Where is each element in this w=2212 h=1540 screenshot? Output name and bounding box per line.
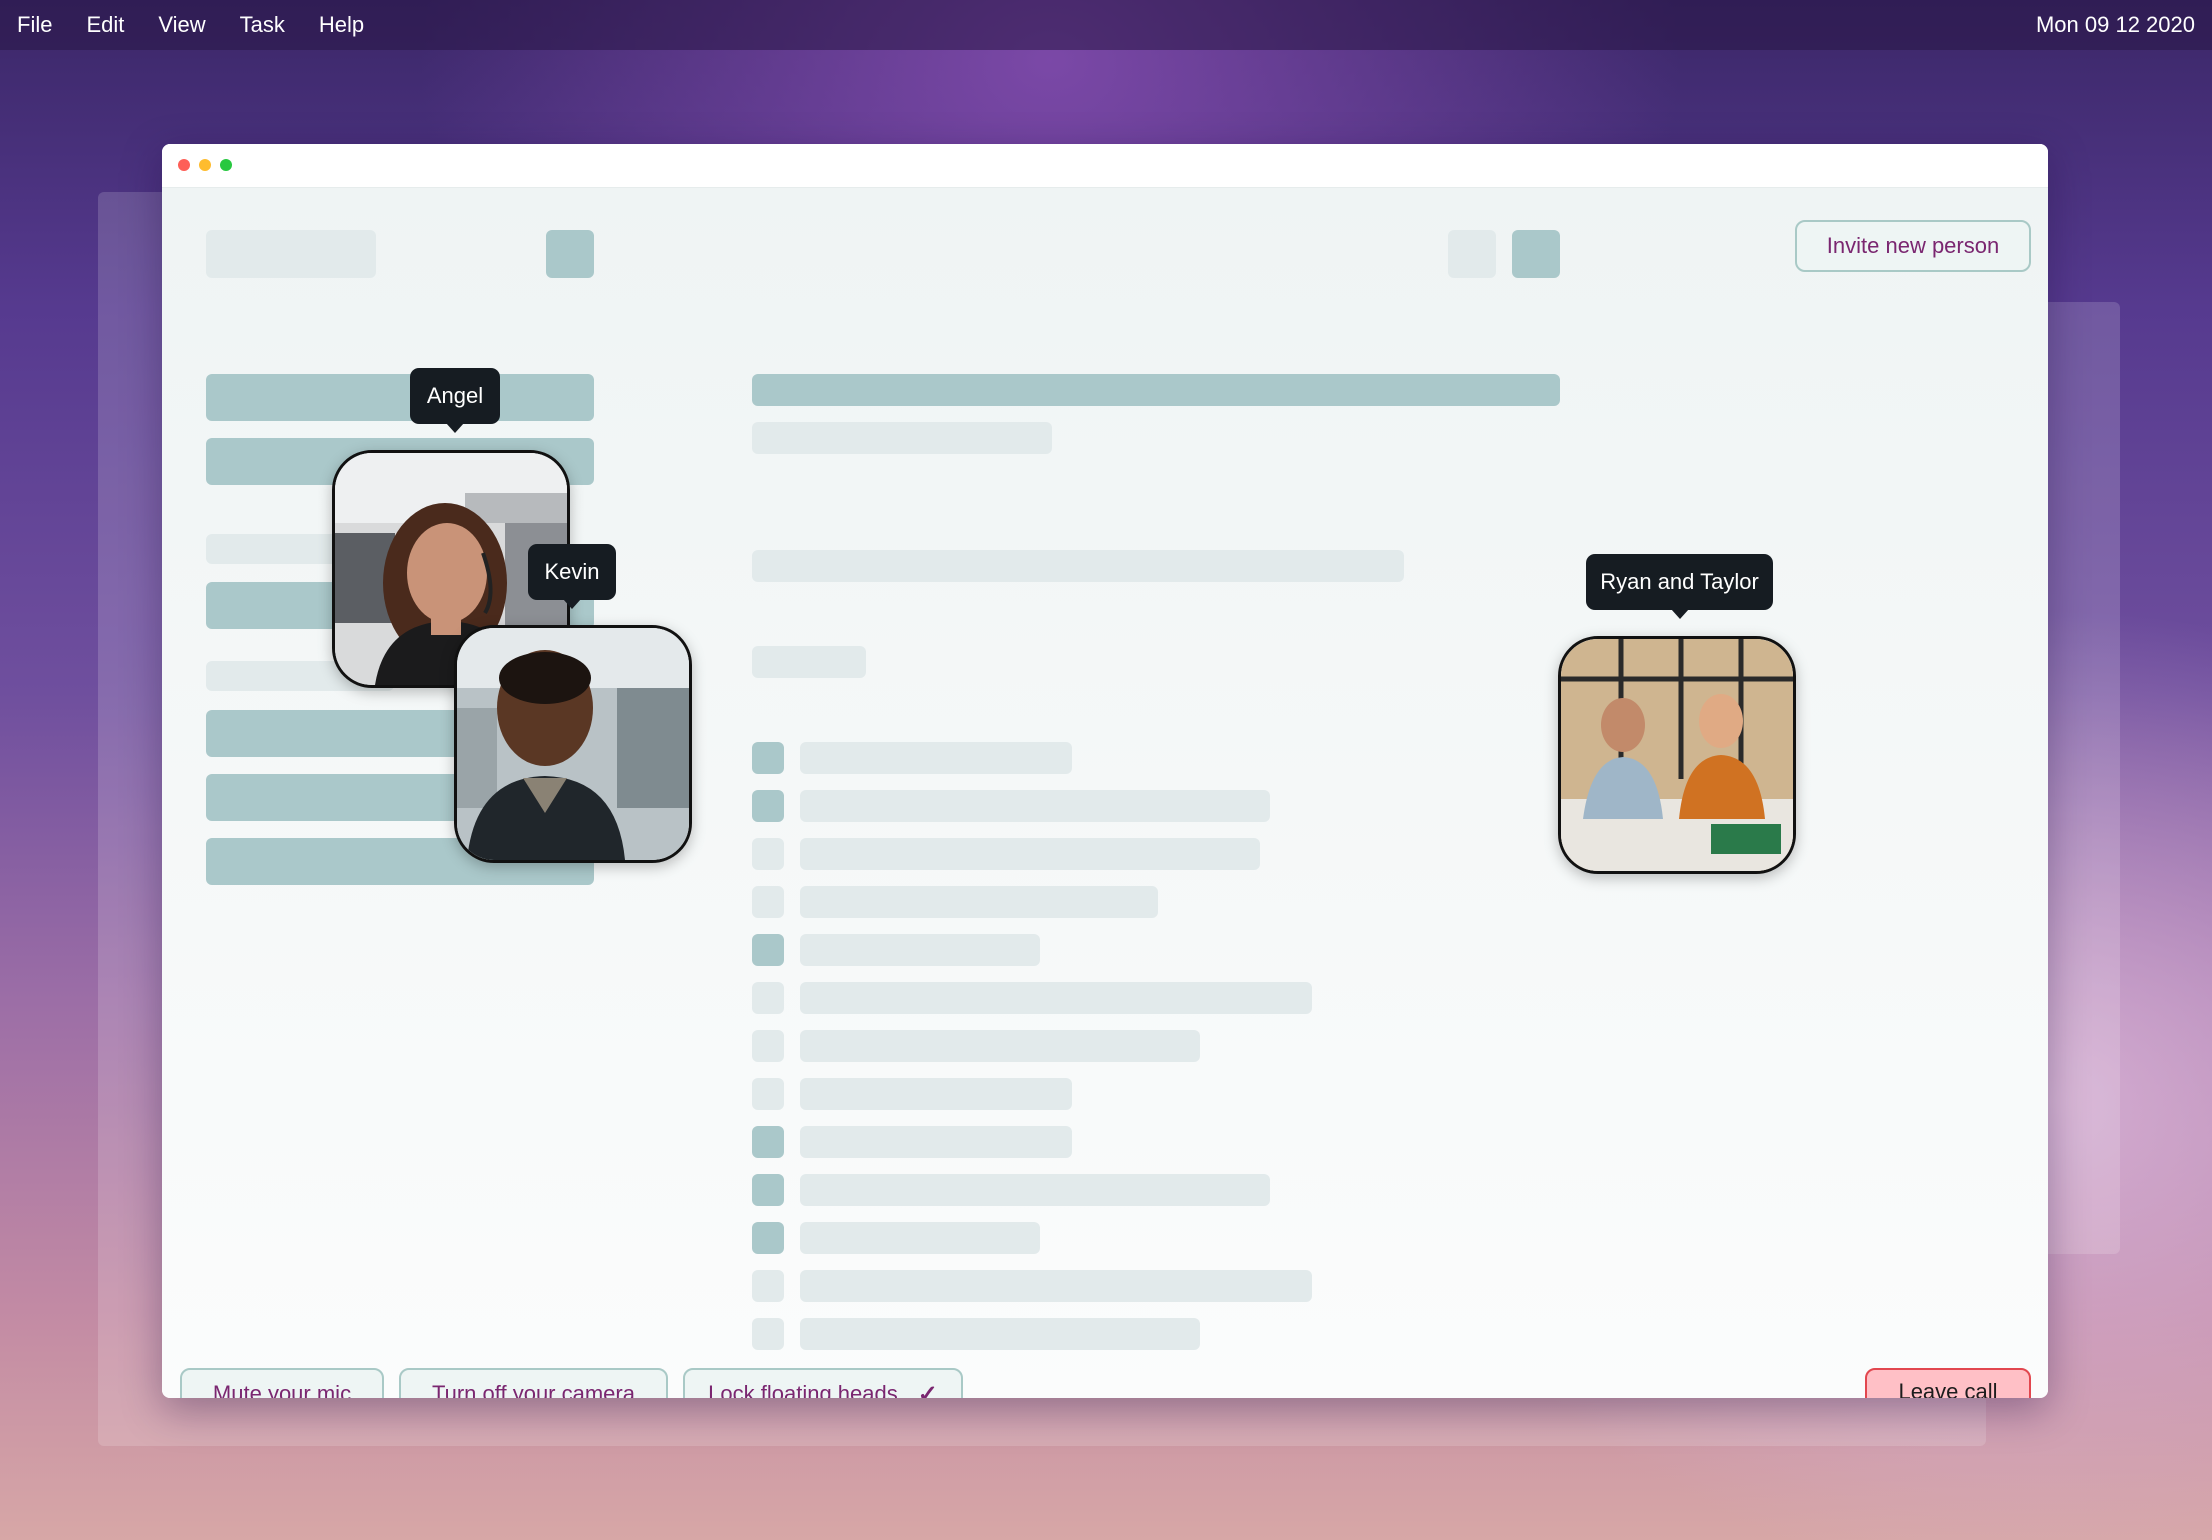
skeleton-checkbox (752, 742, 784, 774)
participant-video-icon (1561, 639, 1793, 871)
skeleton-checkbox (752, 886, 784, 918)
skeleton-row-text (800, 838, 1260, 870)
skeleton-row-text (800, 1126, 1072, 1158)
background-window-right (2040, 302, 2120, 1254)
skeleton-checkbox (752, 1078, 784, 1110)
skeleton-content-line (752, 550, 1404, 582)
menu-file[interactable]: File (0, 12, 69, 38)
menu-task[interactable]: Task (223, 12, 302, 38)
skeleton-checkbox (752, 1222, 784, 1254)
lock-floating-heads-toggle[interactable]: Lock floating heads ✓ (683, 1368, 963, 1398)
skeleton-row-text (800, 1030, 1200, 1062)
menu-edit[interactable]: Edit (69, 12, 141, 38)
participant-name-tag: Kevin (528, 544, 616, 609)
skeleton-row-text (800, 790, 1270, 822)
skeleton-checkbox (752, 1126, 784, 1158)
floating-head-ryan-and-taylor[interactable] (1558, 636, 1796, 874)
skeleton-row-text (800, 1174, 1270, 1206)
skeleton-header-button (546, 230, 594, 278)
menu-bar: File Edit View Task Help Mon 09 12 2020 (0, 0, 2212, 50)
skeleton-row-text (800, 1222, 1040, 1254)
skeleton-header-label (206, 230, 376, 278)
skeleton-checkbox (752, 1270, 784, 1302)
skeleton-checkbox (752, 838, 784, 870)
skeleton-checkbox (752, 982, 784, 1014)
floating-head-kevin[interactable] (454, 625, 692, 863)
menu-help[interactable]: Help (302, 12, 381, 38)
skeleton-sidebar-item (206, 374, 594, 421)
leave-call-button[interactable]: Leave call (1865, 1368, 2031, 1398)
mute-mic-button[interactable]: Mute your mic (180, 1368, 384, 1398)
invite-new-person-button[interactable]: Invite new person (1795, 220, 2031, 272)
skeleton-toolbar-button (1512, 230, 1560, 278)
participant-name-tag: Ryan and Taylor (1586, 554, 1773, 619)
menu-view[interactable]: View (141, 12, 222, 38)
skeleton-row-text (800, 886, 1158, 918)
checkmark-icon: ✓ (917, 1380, 938, 1399)
maximize-window-icon[interactable] (220, 159, 232, 171)
skeleton-row-text (800, 742, 1072, 774)
window-content: Invite new person Angel Kevin Ryan and T… (162, 188, 2048, 1398)
skeleton-checkbox (752, 1174, 784, 1206)
menu-items: File Edit View Task Help (0, 12, 381, 38)
close-window-icon[interactable] (178, 159, 190, 171)
skeleton-row-text (800, 1270, 1312, 1302)
skeleton-checkbox (752, 1318, 784, 1350)
skeleton-row-text (800, 1078, 1072, 1110)
skeleton-checkbox (752, 1030, 784, 1062)
lock-floating-heads-label: Lock floating heads (708, 1381, 898, 1398)
app-window: Invite new person Angel Kevin Ryan and T… (162, 144, 2048, 1398)
skeleton-row-text (800, 934, 1040, 966)
skeleton-row-text (800, 1318, 1200, 1350)
participant-name-tag: Angel (410, 368, 500, 433)
participant-video-icon (457, 628, 689, 860)
skeleton-row-text (800, 982, 1312, 1014)
skeleton-content-title (752, 374, 1560, 406)
skeleton-content-subtitle (752, 422, 1052, 454)
skeleton-checkbox (752, 790, 784, 822)
skeleton-checkbox (752, 934, 784, 966)
menubar-clock: Mon 09 12 2020 (2035, 12, 2195, 37)
skeleton-toolbar-button (1448, 230, 1496, 278)
skeleton-content-label (752, 646, 866, 678)
minimize-window-icon[interactable] (199, 159, 211, 171)
turn-off-camera-button[interactable]: Turn off your camera (399, 1368, 668, 1398)
window-titlebar (162, 144, 2048, 188)
